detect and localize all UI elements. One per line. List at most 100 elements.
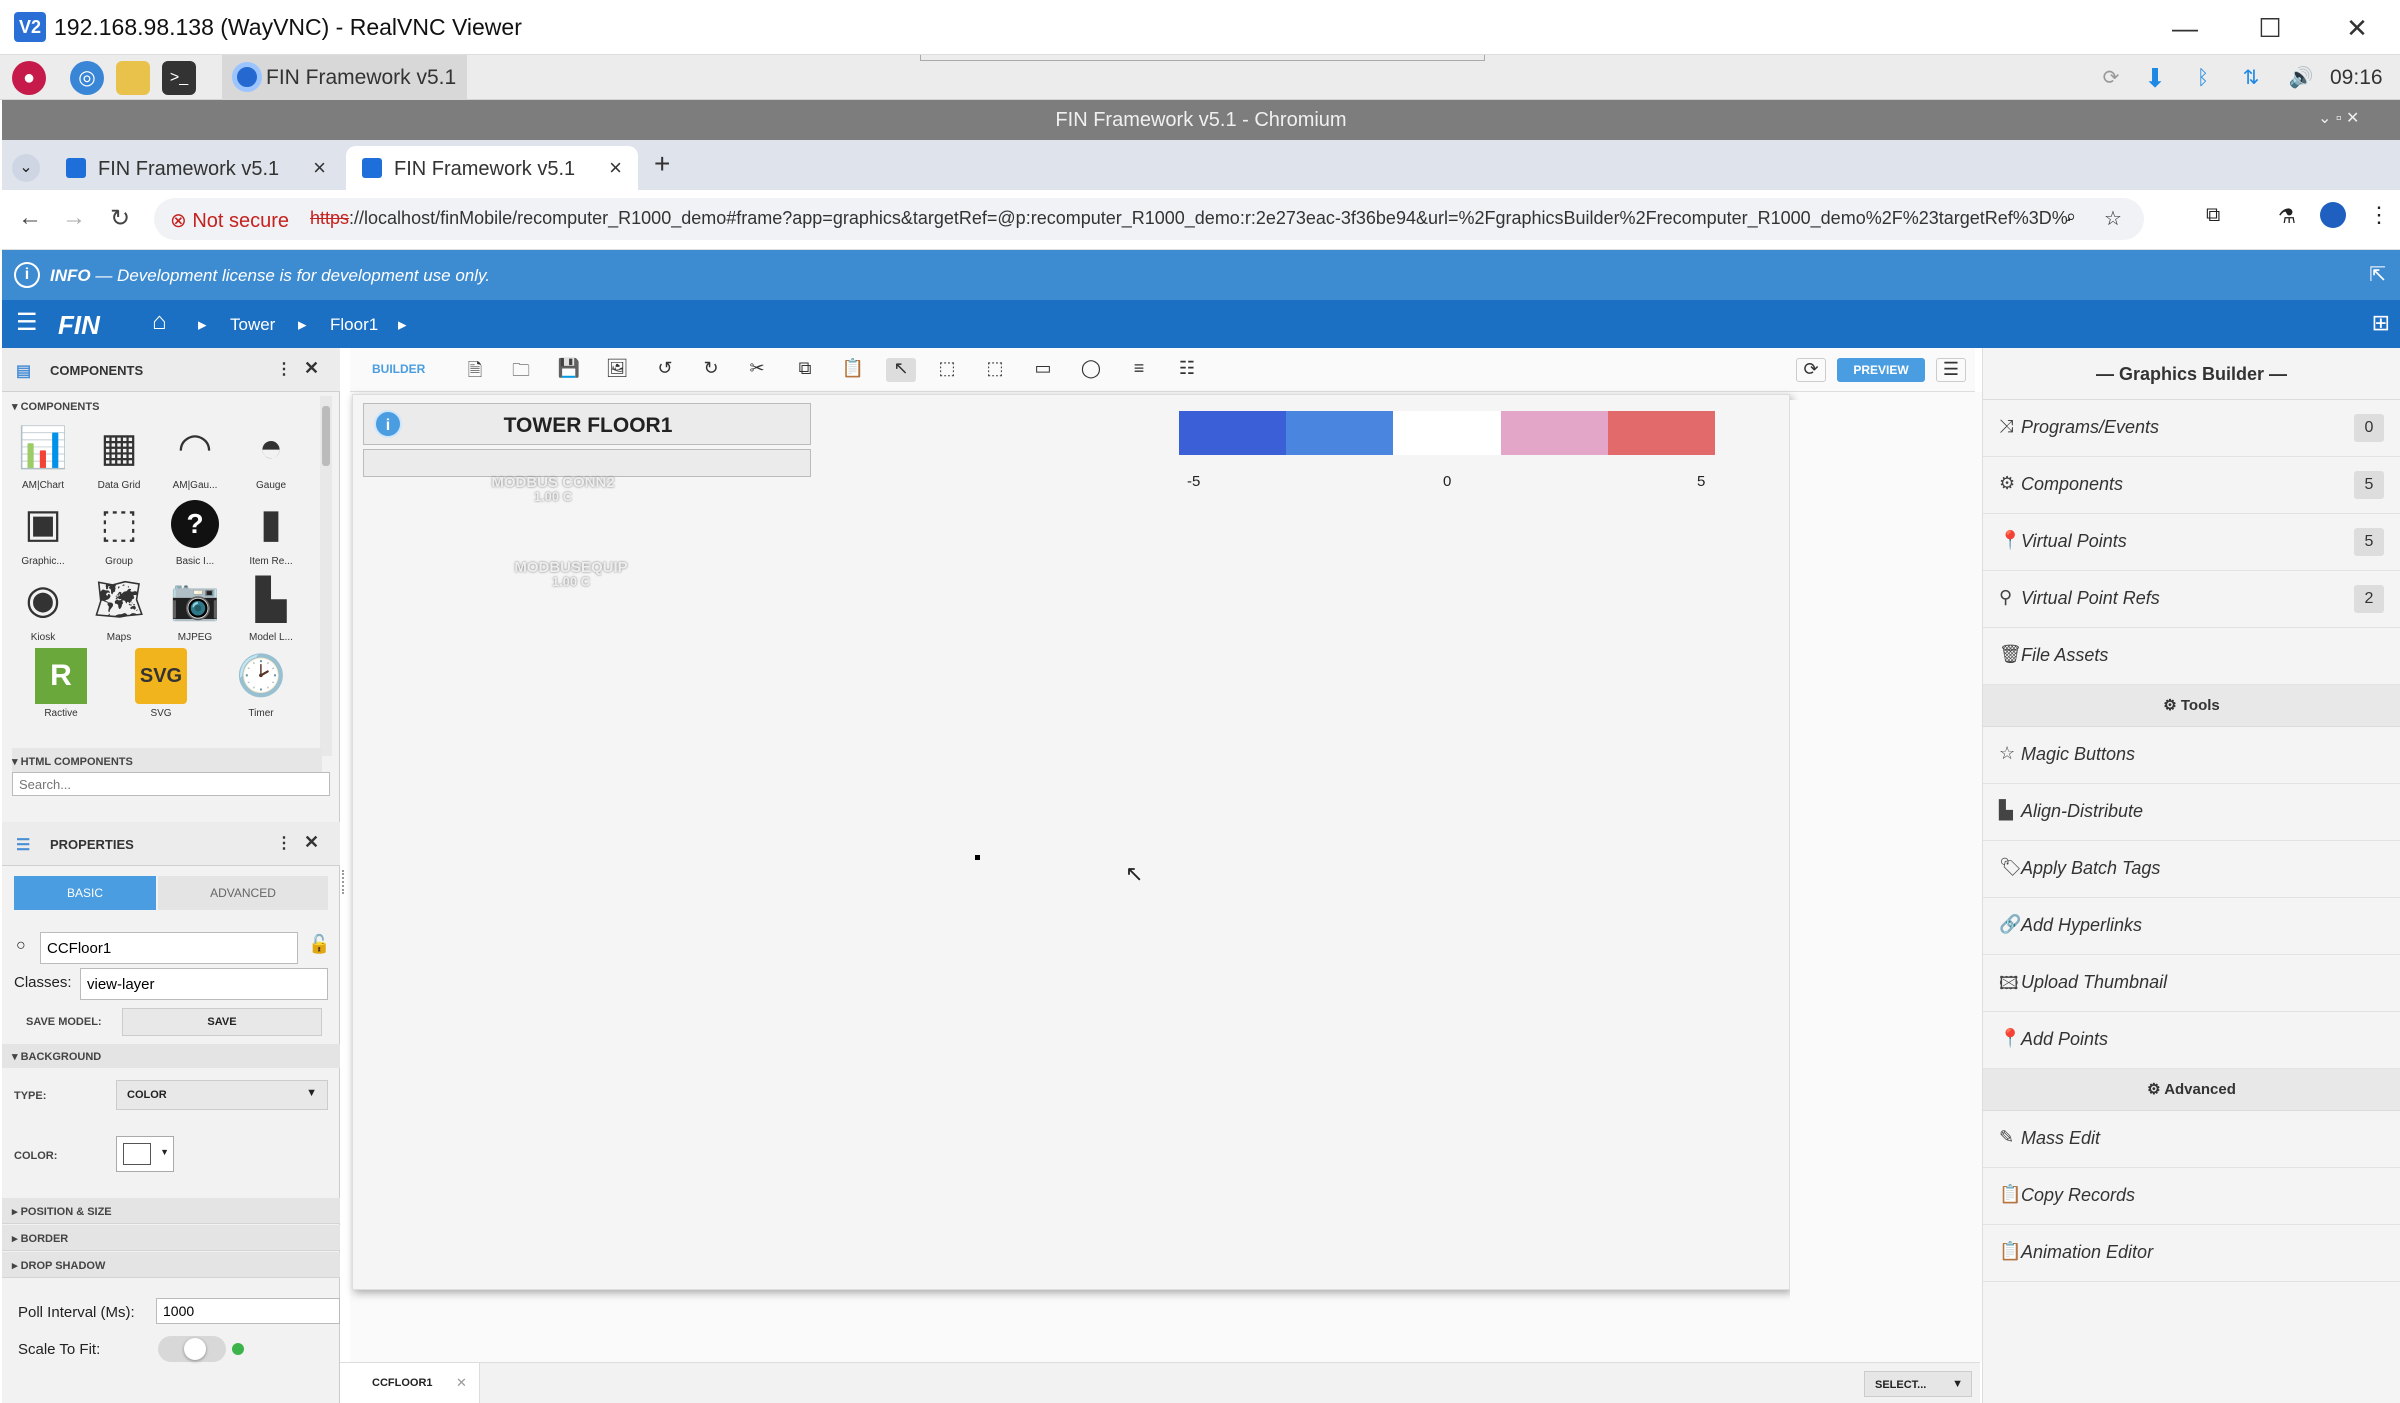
poll-interval-input[interactable] — [156, 1298, 340, 1324]
component-search-input[interactable] — [12, 772, 330, 796]
component-camera[interactable]: 📷 MJPEG — [160, 572, 230, 643]
gb-item-add-hyperlinks[interactable]: 🔗 Add Hyperlinks — [1983, 898, 2400, 955]
close-tab-icon[interactable]: × — [609, 155, 622, 181]
select-dropdown[interactable]: SELECT... ▼ — [1864, 1371, 1972, 1397]
gb-item-mass-edit[interactable]: ✎ Mass Edit — [1983, 1111, 2400, 1168]
cut-icon[interactable]: ✂ — [742, 358, 772, 382]
zoom-icon[interactable]: ⌕ — [2066, 206, 2076, 227]
border-toggle[interactable]: ▸ BORDER — [2, 1225, 340, 1251]
gb-item-file-assets[interactable]: 🗑 File Assets — [1983, 628, 2400, 685]
forward-button[interactable]: → — [58, 204, 90, 232]
gb-item-align-distribute[interactable]: ▙ Align-Distribute — [1983, 784, 2400, 841]
back-button[interactable]: ← — [14, 204, 46, 232]
breadcrumb-floor1[interactable]: Floor1 — [330, 315, 378, 335]
ccfloor1-tab[interactable]: CCFLOOR1 ✕ — [340, 1363, 480, 1403]
address-bar[interactable]: ⊗ Not secure https://localhost/finMobile… — [154, 198, 2144, 240]
copy-icon[interactable]: ⧉ — [790, 358, 820, 382]
save-button[interactable]: SAVE — [122, 1008, 322, 1036]
layers-icon[interactable]: ≡ — [1124, 358, 1154, 382]
close-tab-icon[interactable]: × — [313, 155, 326, 181]
component-grid[interactable]: ▦ Data Grid — [84, 420, 154, 491]
panel-menu-icon[interactable]: ⋮ — [276, 833, 292, 853]
scale-to-fit-toggle[interactable] — [158, 1336, 226, 1362]
background-section-toggle[interactable]: ▾ BACKGROUND — [2, 1044, 340, 1068]
gb-item-components[interactable]: ⚙ Components 5 — [1983, 457, 2400, 514]
close-tab-icon[interactable]: ✕ — [456, 1375, 467, 1391]
extensions-icon[interactable]: ⧉ — [2206, 204, 2220, 227]
transform-alt-tool-icon[interactable]: ⬚ — [980, 358, 1010, 382]
refresh-icon[interactable]: ⟳ — [1796, 358, 1826, 382]
tab-1[interactable]: FIN Framework v5.1 × — [50, 146, 342, 190]
raspberry-menu-icon[interactable]: ● — [12, 61, 46, 95]
terminal-icon[interactable]: >_ — [162, 61, 196, 95]
tab-advanced[interactable]: ADVANCED — [158, 876, 328, 910]
folder-icon[interactable] — [116, 61, 150, 95]
profile-avatar[interactable] — [2320, 202, 2346, 228]
header-subbar[interactable] — [363, 449, 811, 477]
component-maps[interactable]: 🗺 Maps — [84, 572, 154, 643]
minimize-button[interactable]: — — [2150, 8, 2220, 48]
components-section-toggle[interactable]: ▾ COMPONENTS — [12, 400, 99, 413]
component-item-repeater[interactable]: ▮ Item Re... — [236, 496, 306, 567]
component-model[interactable]: ▙ Model L... — [236, 572, 306, 643]
component-chart[interactable]: 📊 AM|Chart — [8, 420, 78, 491]
new-file-icon[interactable]: 🗎 — [460, 358, 490, 382]
position-size-toggle[interactable]: ▸ POSITION & SIZE — [2, 1198, 340, 1224]
graphic-canvas[interactable]: i TOWER FLOOR1 MODBUS CONN2 1.00 C MODBU… — [352, 394, 1790, 1290]
new-tab-button[interactable]: + — [654, 148, 670, 180]
component-ractive[interactable]: R Ractive — [26, 648, 96, 719]
paste-icon[interactable]: 📋 — [838, 358, 868, 382]
taskbar-chromium-task[interactable]: FIN Framework v5.1 .. — [222, 55, 467, 113]
gb-item-animation-editor[interactable]: 📋 Animation Editor — [1983, 1225, 2400, 1282]
window-controls[interactable]: ⌄ ▫ ✕ — [2318, 108, 2359, 128]
gb-item-apply-batch-tags[interactable]: 🏷 Apply Batch Tags — [1983, 841, 2400, 898]
home-icon[interactable]: ⌂ — [152, 308, 167, 336]
panel-close-icon[interactable]: ✕ — [304, 358, 319, 379]
color-picker[interactable]: ▼ — [116, 1136, 174, 1172]
component-gauge-outline[interactable]: ◠ AM|Gau... — [160, 420, 230, 491]
select-tool-icon[interactable]: ↖ — [886, 358, 916, 382]
point-label-modbus-conn2[interactable]: MODBUS CONN2 1.00 C — [453, 474, 653, 504]
breadcrumb-tower[interactable]: Tower — [230, 315, 275, 335]
panel-resize-handle[interactable] — [342, 870, 348, 894]
component-group[interactable]: ⬚ Group — [84, 496, 154, 567]
point-label-modbusequip[interactable]: MODBUSEQUIP 1.00 C — [471, 559, 671, 589]
hamburger-menu-icon[interactable]: ☰ — [16, 308, 38, 337]
refresh-status-icon[interactable]: ⟳ — [2094, 61, 2128, 95]
header-component[interactable]: i TOWER FLOOR1 — [363, 403, 811, 445]
html-components-toggle[interactable]: ▾ HTML COMPONENTS — [12, 748, 322, 774]
browser-icon[interactable]: ◎ — [70, 61, 104, 95]
gb-item-programs-events[interactable]: ⤨ Programs/Events 0 — [1983, 400, 2400, 457]
chrome-menu-icon[interactable]: ⋮ — [2368, 202, 2390, 228]
settings-sliders-icon[interactable]: ☷ — [1172, 358, 1202, 382]
ellipse-tool-icon[interactable]: ◯ — [1076, 358, 1106, 382]
component-name-input[interactable] — [40, 932, 298, 964]
panel-menu-icon[interactable]: ⋮ — [276, 359, 292, 379]
selection-point[interactable] — [975, 855, 980, 860]
component-clock[interactable]: 🕑 Timer — [226, 648, 296, 719]
volume-icon[interactable]: 🔊 — [2284, 61, 2318, 95]
gb-item-magic-buttons[interactable]: ☆ Magic Buttons — [1983, 727, 2400, 784]
open-folder-icon[interactable]: 🗀 — [506, 358, 536, 382]
background-type-select[interactable]: COLOR ▼ — [116, 1080, 328, 1110]
network-icon[interactable]: ⇅ — [2234, 61, 2268, 95]
palette-scrollbar[interactable] — [320, 396, 332, 756]
gb-item-virtual-points[interactable]: 📍 Virtual Points 5 — [1983, 514, 2400, 571]
gb-item-upload-thumbnail[interactable]: 🖾 Upload Thumbnail — [1983, 955, 2400, 1012]
component-gauge[interactable]: ◓ Gauge — [236, 420, 306, 491]
panel-close-icon[interactable]: ✕ — [304, 832, 319, 853]
builder-menu-icon[interactable]: ☰ — [1936, 358, 1966, 382]
component-kiosk[interactable]: ◉ Kiosk — [8, 572, 78, 643]
rectangle-tool-icon[interactable]: ▭ — [1028, 358, 1058, 382]
tab-basic[interactable]: BASIC — [14, 876, 156, 910]
bluetooth-icon[interactable]: ᛒ — [2186, 61, 2220, 95]
download-icon[interactable]: ⬇ — [2138, 61, 2172, 95]
component-graphic[interactable]: ▣ Graphic... — [8, 496, 78, 567]
lock-icon[interactable]: 🔓 — [308, 934, 330, 955]
scrollbar-thumb[interactable] — [322, 406, 330, 466]
drop-shadow-toggle[interactable]: ▸ DROP SHADOW — [2, 1252, 340, 1278]
close-button[interactable]: ✕ — [2322, 8, 2392, 48]
images-icon[interactable]: 🖼 — [602, 358, 632, 382]
labs-icon[interactable]: ⚗ — [2278, 204, 2296, 229]
share-icon[interactable]: ⇱ — [2369, 262, 2386, 287]
